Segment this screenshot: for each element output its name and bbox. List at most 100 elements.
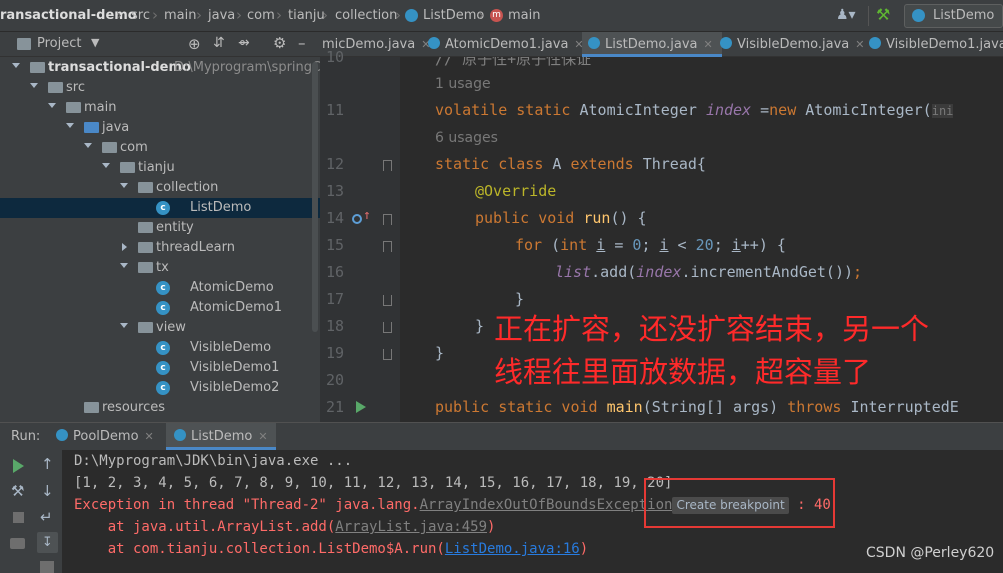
tree-label: transactional-demo <box>48 60 191 75</box>
package-icon <box>138 222 153 233</box>
exception-class-link[interactable]: ArrayIndexOutOfBoundsException <box>420 497 673 513</box>
close-icon[interactable]: ✕ <box>258 430 267 443</box>
collapse-all-icon[interactable]: ⇴ <box>238 35 250 51</box>
tree-item-collection[interactable]: collection <box>0 178 320 198</box>
chevron-down-icon[interactable] <box>120 263 128 268</box>
tree-item-tianju[interactable]: tianju <box>0 158 320 178</box>
class-icon <box>428 37 440 49</box>
class-icon <box>588 37 600 49</box>
fold-icon[interactable] <box>383 214 392 225</box>
annotation-text: 正在扩容，还没扩容结束，另一个 线程往里面放数据，超容量了 <box>494 308 929 394</box>
breadcrumb-listdemo[interactable]: ListDemo <box>423 8 484 23</box>
soft-wrap-icon[interactable]: ↵ <box>40 508 53 526</box>
code-line-19: } <box>435 344 445 362</box>
tab-label: ListDemo.java <box>605 37 698 52</box>
tab-listdemo[interactable]: ListDemo.java ✕ <box>582 32 722 57</box>
camera-icon[interactable] <box>10 538 25 549</box>
close-icon[interactable]: ✕ <box>855 38 864 51</box>
run-config-label: ListDemo <box>933 8 995 23</box>
chevron-down-icon[interactable] <box>102 163 110 168</box>
gear-icon[interactable]: ⚙ <box>273 34 286 52</box>
tab-visibledemo[interactable]: VisibleDemo.java ✕ <box>718 32 864 57</box>
locate-icon[interactable]: ⊕ <box>188 35 201 53</box>
chevron-down-icon[interactable] <box>120 323 128 328</box>
tree-item-atomicdemo1[interactable]: c AtomicDemo1 <box>0 298 320 318</box>
frame-link[interactable]: ArrayList.java:459 <box>335 519 487 535</box>
fold-icon[interactable] <box>383 295 392 306</box>
tree-label: AtomicDemo <box>190 280 274 295</box>
package-icon <box>102 142 117 153</box>
tree-item-project[interactable]: transactional-demo D:\Myprogram\springCl <box>0 58 320 78</box>
minimize-icon[interactable]: – <box>298 34 306 52</box>
tree-item-view[interactable]: view <box>0 318 320 338</box>
frame-link[interactable]: ListDemo.java:16 <box>445 541 580 557</box>
tree-item-src[interactable]: src <box>0 78 320 98</box>
chevron-right-icon: › <box>236 6 242 24</box>
chevron-down-icon[interactable] <box>30 83 38 88</box>
run-config-select[interactable]: ListDemo <box>904 4 1003 28</box>
chevron-down-icon[interactable] <box>120 183 128 188</box>
wrench-icon[interactable]: ⚒ <box>11 482 24 500</box>
rerun-icon[interactable] <box>13 459 24 473</box>
tree-item-listdemo[interactable]: c ListDemo <box>0 198 320 218</box>
chevron-down-icon[interactable] <box>84 143 92 148</box>
tree-item-visibledemo2[interactable]: c VisibleDemo2 <box>0 378 320 398</box>
line-number: 21 <box>325 398 344 416</box>
tree-item-main[interactable]: main <box>0 98 320 118</box>
tab-atomicdemo1[interactable]: AtomicDemo1.java ✕ <box>428 32 584 57</box>
tree-item-atomicdemo[interactable]: c AtomicDemo <box>0 278 320 298</box>
override-icon[interactable] <box>352 214 362 224</box>
chevron-down-icon[interactable] <box>66 123 74 128</box>
frame-close: ) <box>579 541 589 557</box>
chevron-down-icon[interactable]: ▼ <box>91 36 99 49</box>
close-icon[interactable]: ✕ <box>145 430 154 443</box>
tree-item-resources[interactable]: resources <box>0 398 320 418</box>
tree-item-visibledemo[interactable]: c VisibleDemo <box>0 338 320 358</box>
arrow-up-icon: ↑ <box>363 208 371 223</box>
breadcrumb-collection[interactable]: collection <box>335 8 397 23</box>
build-hammer-icon[interactable]: ⚒ <box>876 5 890 24</box>
package-icon <box>138 182 153 193</box>
fold-icon[interactable] <box>383 241 392 252</box>
breadcrumb-tianju[interactable]: tianju <box>288 8 325 23</box>
project-view-title[interactable]: Project <box>37 36 81 51</box>
close-icon[interactable]: ✕ <box>704 38 713 51</box>
source-folder-icon <box>84 122 99 133</box>
chevron-right-icon: › <box>322 6 328 24</box>
run-gutter-icon[interactable] <box>356 401 366 413</box>
chevron-down-icon[interactable] <box>48 103 56 108</box>
fold-icon[interactable] <box>383 160 392 171</box>
breadcrumb-com[interactable]: com <box>247 8 275 23</box>
breadcrumb-src[interactable]: src <box>131 8 150 23</box>
tree-item-tx[interactable]: tx <box>0 258 320 278</box>
fold-icon[interactable] <box>383 322 392 333</box>
line-number: 14 <box>325 209 344 227</box>
package-icon <box>138 322 153 333</box>
chevron-right-icon[interactable] <box>122 243 127 251</box>
arrow-up-icon[interactable]: ↑ <box>41 455 54 473</box>
tree-item-visibledemo1[interactable]: c VisibleDemo1 <box>0 358 320 378</box>
tree-item-entity[interactable]: entity <box>0 218 320 238</box>
breadcrumb-java[interactable]: java <box>208 8 235 23</box>
print-icon[interactable] <box>40 561 54 573</box>
arrow-down-icon[interactable]: ↓ <box>41 482 54 500</box>
tab-listdemo-run[interactable]: ListDemo ✕ <box>166 423 276 450</box>
expand-all-icon[interactable]: ⇵ <box>213 35 225 51</box>
fold-icon[interactable] <box>383 349 392 360</box>
breadcrumb-main[interactable]: main <box>164 8 196 23</box>
code-line-14: public void run() { <box>475 209 647 227</box>
user-icon[interactable]: ♟▾ <box>836 7 856 23</box>
usage-hint[interactable]: 6 usages <box>435 130 498 157</box>
tree-item-threadlearn[interactable]: threadLearn <box>0 238 320 258</box>
tree-item-java[interactable]: java <box>0 118 320 138</box>
stop-icon[interactable] <box>13 512 24 523</box>
breadcrumb-main-method[interactable]: main <box>508 8 540 23</box>
chevron-down-icon[interactable] <box>12 63 20 68</box>
usage-hint[interactable]: 1 usage <box>435 76 491 103</box>
highlight-box <box>644 478 835 528</box>
tree-item-com[interactable]: com <box>0 138 320 158</box>
scroll-to-end-icon[interactable]: ↧ <box>37 532 58 553</box>
scrollbar[interactable] <box>312 62 318 332</box>
tab-pooldemo[interactable]: PoolDemo ✕ <box>50 423 162 450</box>
tab-visibledemo1[interactable]: VisibleDemo1.java <box>867 32 1003 57</box>
